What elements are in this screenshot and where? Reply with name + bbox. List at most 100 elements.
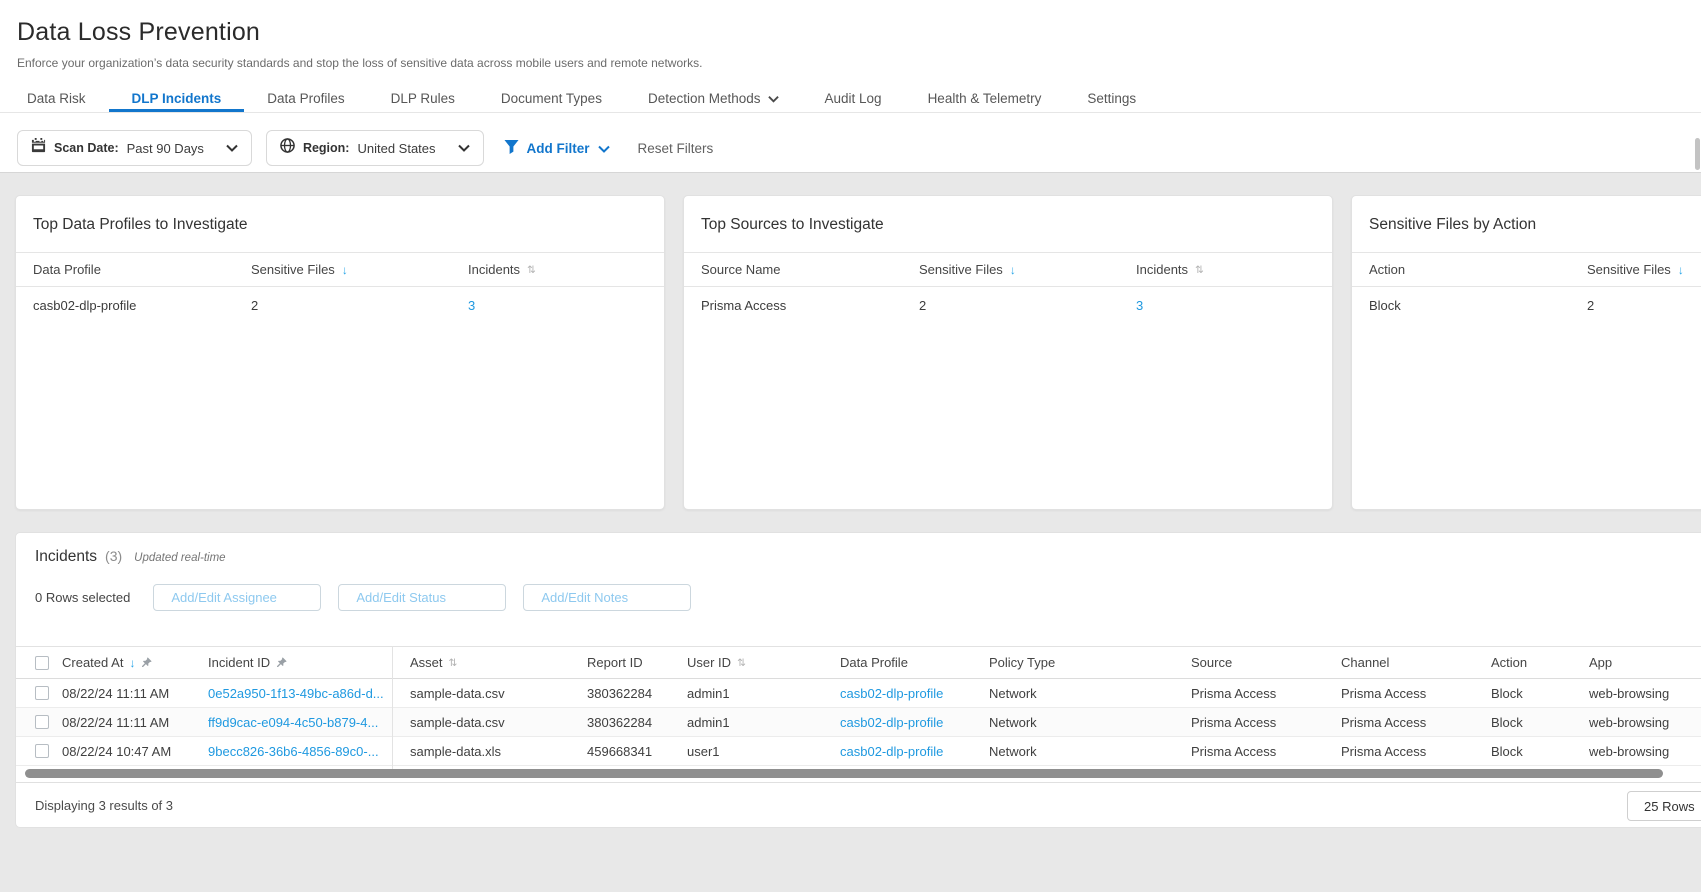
column-header-source[interactable]: Source — [1191, 647, 1232, 678]
incidents-count: (3) — [105, 548, 122, 564]
tab-audit-log[interactable]: Audit Log — [802, 86, 905, 112]
table-row: 08/22/24 11:11 AMff9d9cac-e094-4c50-b879… — [16, 708, 1701, 737]
column-header-action[interactable]: Action — [1491, 647, 1527, 678]
sort-descending-icon[interactable]: ↓ — [129, 656, 135, 670]
summary-card-1: Top Sources to Investigate Source Name Sen… — [683, 195, 1333, 510]
table-cell: web-browsing — [1589, 708, 1669, 736]
cell-link[interactable]: 3 — [468, 298, 475, 313]
column-header-label: User ID — [687, 655, 731, 670]
table-cell: Prisma Access — [1191, 679, 1276, 707]
table-cell: sample-data.xls — [410, 737, 501, 765]
incidents-title-row: Incidents (3) Updated real-time — [35, 548, 226, 566]
table-cell: Block — [1369, 287, 1401, 323]
pin-icon[interactable] — [141, 657, 152, 668]
scan-date-filter[interactable]: Scan Date: Past 90 Days — [17, 130, 252, 166]
tab-dlp-incidents[interactable]: DLP Incidents — [109, 86, 245, 112]
action-button-add-edit-assignee[interactable]: Add/Edit Assignee — [153, 584, 321, 611]
tab-health-telemetry[interactable]: Health & Telemetry — [905, 86, 1065, 112]
vertical-scrollbar[interactable] — [1695, 138, 1700, 170]
select-all-checkbox-cell — [35, 647, 49, 678]
sort-toggle-icon[interactable]: ⇅ — [737, 657, 746, 669]
column-header-label: Data Profile — [840, 655, 908, 670]
region-label: Region: — [303, 141, 350, 155]
table-cell: Network — [989, 737, 1037, 765]
column-header-incident-id[interactable]: Incident ID — [208, 647, 287, 678]
table-cell: 3 — [468, 287, 475, 323]
table-cell: casb02-dlp-profile — [33, 287, 136, 323]
tab-label: DLP Rules — [391, 87, 455, 111]
scan-date-value: Past 90 Days — [127, 141, 204, 156]
column-header-asset[interactable]: Asset ⇅ — [410, 647, 457, 678]
table-cell: Prisma Access — [701, 287, 786, 323]
column-header-label: Asset — [410, 655, 443, 670]
tab-detection-methods[interactable]: Detection Methods — [625, 86, 802, 112]
cell-link[interactable]: ff9d9cac-e094-4c50-b879-4... — [208, 715, 378, 730]
summary-card-0: Top Data Profiles to InvestigateData Pro… — [15, 195, 665, 510]
column-header-source-name[interactable]: Source Name — [701, 253, 780, 286]
column-header-data-profile[interactable]: Data Profile — [840, 647, 908, 678]
column-header-sensitive-files[interactable]: Sensitive Files↓ — [919, 253, 1016, 286]
tab-settings[interactable]: Settings — [1064, 86, 1159, 112]
cell-link[interactable]: 3 — [1136, 298, 1143, 313]
sort-descending-icon[interactable]: ↓ — [342, 263, 348, 277]
column-header-label: Action — [1369, 262, 1405, 277]
table-cell: 2 — [251, 287, 258, 323]
tab-label: Data Profiles — [267, 87, 344, 111]
sort-toggle-icon[interactable]: ⇅ — [449, 657, 458, 669]
column-header-user-id[interactable]: User ID ⇅ — [687, 647, 746, 678]
table-cell: casb02-dlp-profile — [840, 708, 943, 736]
tab-dlp-rules[interactable]: DLP Rules — [368, 86, 478, 112]
horizontal-scrollbar[interactable] — [25, 769, 1663, 778]
pin-icon[interactable] — [276, 657, 287, 668]
column-header-channel[interactable]: Channel — [1341, 647, 1389, 678]
tab-document-types[interactable]: Document Types — [478, 86, 625, 112]
table-cell: admin1 — [687, 708, 730, 736]
card-table-header: Source Name Sensitive Files↓ Incidents⇅ — [684, 252, 1332, 287]
cell-link[interactable]: casb02-dlp-profile — [840, 715, 943, 730]
column-header-created-at[interactable]: Created At↓ — [62, 647, 152, 678]
sort-toggle-icon[interactable]: ⇅ — [527, 264, 536, 276]
tab-label: Data Risk — [27, 87, 86, 111]
row-checkbox[interactable] — [35, 744, 49, 758]
region-filter[interactable]: Region: United States — [266, 130, 484, 166]
rows-per-page-button[interactable]: 25 Rows — [1627, 791, 1701, 821]
cell-link[interactable]: casb02-dlp-profile — [840, 744, 943, 759]
column-header-incidents[interactable]: Incidents⇅ — [1136, 253, 1204, 286]
row-checkbox[interactable] — [35, 715, 49, 729]
cell-link[interactable]: 9becc826-36b6-4856-89c0-... — [208, 744, 379, 759]
cell-link[interactable]: 0e52a950-1f13-49bc-a86d-d... — [208, 686, 384, 701]
tab-label: Audit Log — [825, 87, 882, 111]
row-checkbox[interactable] — [35, 686, 49, 700]
select-all-checkbox[interactable] — [35, 656, 49, 670]
column-header-report-id[interactable]: Report ID — [587, 647, 643, 678]
rows-selected-label: 0 Rows selected — [35, 590, 130, 605]
column-header-app[interactable]: App — [1589, 647, 1612, 678]
reset-filters-button[interactable]: Reset Filters — [638, 141, 714, 156]
card-title: Top Sources to Investigate — [701, 216, 884, 234]
action-button-add-edit-status[interactable]: Add/Edit Status — [338, 584, 506, 611]
column-header-action[interactable]: Action — [1369, 253, 1405, 286]
sort-descending-icon[interactable]: ↓ — [1678, 263, 1684, 277]
add-filter-button[interactable]: Add Filter — [504, 139, 610, 157]
column-header-label: Sensitive Files — [251, 262, 335, 277]
tab-data-risk[interactable]: Data Risk — [4, 86, 109, 112]
summary-cards-row: Top Data Profiles to InvestigateData Pro… — [15, 195, 1701, 510]
sort-toggle-icon[interactable]: ⇅ — [1195, 264, 1204, 276]
column-header-policy-type[interactable]: Policy Type — [989, 647, 1055, 678]
sort-descending-icon[interactable]: ↓ — [1010, 263, 1016, 277]
calendar-icon — [31, 138, 46, 158]
column-header-label: Report ID — [587, 655, 643, 670]
region-value: United States — [357, 141, 435, 156]
tab-data-profiles[interactable]: Data Profiles — [244, 86, 367, 112]
cell-link[interactable]: casb02-dlp-profile — [840, 686, 943, 701]
table-cell: web-browsing — [1589, 679, 1669, 707]
column-header-sensitive-files[interactable]: Sensitive Files ↓ — [251, 253, 348, 286]
column-header-label: Policy Type — [989, 655, 1055, 670]
column-header-incidents[interactable]: Incidents⇅ — [468, 253, 536, 286]
tab-label: DLP Incidents — [132, 87, 222, 111]
column-header-sensitive-files[interactable]: Sensitive Files ↓ — [1587, 253, 1684, 286]
action-button-add-edit-notes[interactable]: Add/Edit Notes — [523, 584, 691, 611]
column-header-data-profile[interactable]: Data Profile — [33, 253, 101, 286]
column-header-label: Sensitive Files — [1587, 262, 1671, 277]
column-header-label: Source Name — [701, 262, 780, 277]
